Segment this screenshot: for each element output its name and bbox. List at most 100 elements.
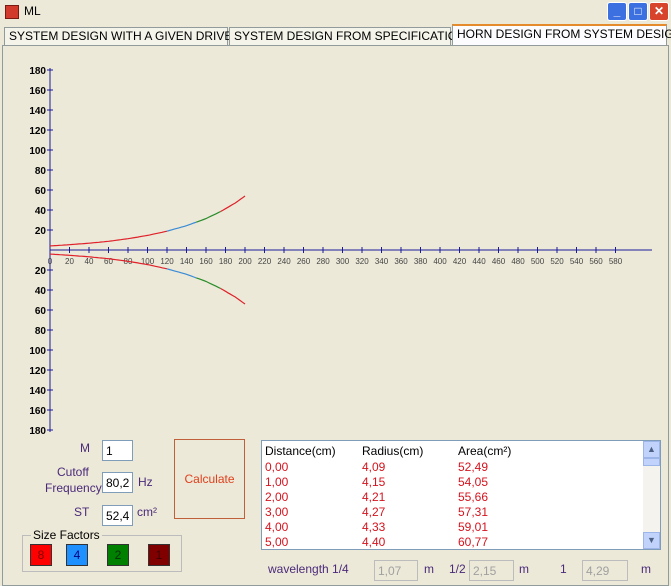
y-tick-label: 100 [29,346,46,357]
cell-distance: 3,00 [265,505,289,519]
calculate-button[interactable]: Calculate [174,439,245,519]
y-tick-label: 60 [35,306,47,317]
cell-radius: 4,33 [362,520,386,534]
wavelength-full-unit: m [641,562,651,576]
size-factor-4[interactable]: 4 [66,544,88,566]
x-tick-label: 520 [550,257,564,266]
y-tick-label: 20 [35,266,47,277]
cell-distance: 4,00 [265,520,289,534]
wavelength-quarter-field [374,560,418,581]
x-tick-label: 180 [219,257,233,266]
x-tick-label: 0 [48,257,53,266]
m-label: M [80,441,90,455]
x-tick-label: 440 [472,257,486,266]
x-tick-label: 360 [394,257,408,266]
st-input[interactable] [102,505,133,526]
y-tick-label: 80 [35,326,47,337]
x-tick-label: 40 [85,257,94,266]
cell-distance: 1,00 [265,475,289,489]
x-tick-label: 240 [277,257,291,266]
cell-area: 54,05 [458,475,489,489]
x-tick-label: 200 [238,257,252,266]
x-tick-label: 580 [609,257,623,266]
scroll-down-icon[interactable]: ▼ [643,532,660,549]
x-tick-label: 560 [589,257,603,266]
wavelength-full-field [582,560,628,581]
size-factor-1[interactable]: 1 [148,544,170,566]
horn-lower-profile [166,268,197,279]
m-input[interactable] [102,440,133,461]
horn-profile-chart: 180 160 140 120 100 80 60 40 20 20 40 60 80 100 120 140… [29,66,652,437]
y-tick-label: 120 [29,126,46,137]
x-tick-label: 260 [297,257,311,266]
cell-radius: 4,09 [362,460,386,474]
horn-upper-profile [49,230,168,247]
horn-lower-profile [196,277,221,290]
cutoff-frequency-input[interactable] [102,472,133,493]
scroll-up-icon[interactable]: ▲ [643,441,660,458]
cutoff-label-1: Cutoff [57,465,89,479]
cell-area: 57,31 [458,505,489,519]
cell-radius: 4,27 [362,505,386,519]
horn-upper-profile [166,221,197,232]
wavelength-half-field [469,560,514,581]
y-tick-label: 40 [35,286,47,297]
cell-radius: 4,21 [362,490,386,504]
results-scrollbar[interactable]: ▲ ▼ [643,441,660,549]
wavelength-quarter-unit: m [424,562,434,576]
results-list[interactable]: Distance(cm) Radius(cm) Area(cm²) 0,00 4,… [261,440,661,550]
horn-upper-profile [196,210,221,223]
x-tick-label: 300 [336,257,350,266]
cell-area: 59,01 [458,520,489,534]
y-tick-label: 80 [35,166,47,177]
x-tick-label: 500 [531,257,545,266]
size-factor-8[interactable]: 8 [30,544,52,566]
y-tick-label: 40 [35,206,47,217]
x-tick-label: 280 [316,257,330,266]
wavelength-full-label: 1 [560,562,567,576]
y-tick-label: 180 [29,426,46,437]
x-tick-label: 400 [433,257,447,266]
y-tick-label: 160 [29,406,46,417]
y-tick-label: 140 [29,106,46,117]
x-tick-label: 160 [199,257,213,266]
x-tick-label: 20 [65,257,74,266]
cutoff-label-2: Frequency [45,481,102,495]
header-radius: Radius(cm) [362,444,424,458]
y-tick-label: 60 [35,186,47,197]
x-tick-label: 140 [180,257,194,266]
wavelength-half-unit: m [519,562,529,576]
cell-radius: 4,40 [362,535,386,549]
wavelength-half-label: 1/2 [449,562,466,576]
cutoff-unit: Hz [138,475,153,489]
st-label: ST [74,505,90,519]
scroll-thumb[interactable] [643,458,660,466]
header-distance: Distance(cm) [265,444,336,458]
y-tick-label: 100 [29,146,46,157]
size-factor-2[interactable]: 2 [107,544,129,566]
horn-upper-profile [220,195,246,213]
y-tick-label: 160 [29,86,46,97]
x-tick-label: 460 [492,257,506,266]
x-tick-label: 320 [355,257,369,266]
st-unit: cm² [137,505,157,519]
y-tick-label: 20 [35,226,47,237]
y-tick-label: 140 [29,386,46,397]
x-tick-label: 420 [453,257,467,266]
cell-area: 60,77 [458,535,489,549]
x-tick-label: 380 [414,257,428,266]
x-tick-label: 540 [570,257,584,266]
x-tick-label: 120 [160,257,174,266]
x-tick-label: 480 [511,257,525,266]
cell-distance: 5,00 [265,535,289,549]
x-tick-label: 220 [258,257,272,266]
y-tick-label: 180 [29,66,46,77]
cell-area: 55,66 [458,490,489,504]
cell-distance: 2,00 [265,490,289,504]
y-tick-label: 120 [29,366,46,377]
cell-area: 52,49 [458,460,489,474]
x-tick-label: 340 [375,257,389,266]
horn-lower-profile [220,287,246,305]
cell-radius: 4,15 [362,475,386,489]
header-area: Area(cm²) [458,444,512,458]
